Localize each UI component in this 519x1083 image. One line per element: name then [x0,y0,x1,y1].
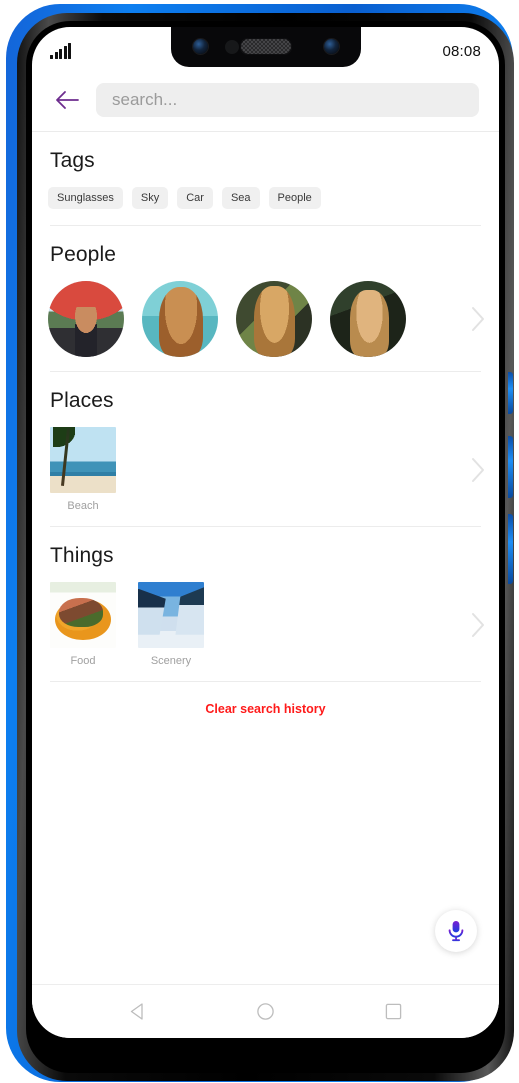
people-avatar-list [32,281,461,357]
side-button-power[interactable] [508,514,513,584]
front-camera-right-icon [323,39,339,54]
person-avatar-4[interactable] [330,281,406,357]
thing-label: Food [70,655,96,667]
people-section: People [32,226,499,267]
tags-section-title: Tags [50,149,95,172]
thing-thumbnail [50,582,116,648]
places-item-list: Beach [32,427,461,512]
avatar-image [48,281,124,357]
search-suggestions-content: Tags Sunglasses Sky Car Sea People Peopl… [32,132,499,716]
tags-row: Sunglasses Sky Car Sea People [32,173,499,225]
phone-frame: 08:08 Tags Sunglasses Sky Car Sea Pe [6,4,514,1082]
things-section: Things [32,527,499,568]
people-section-title: People [50,243,116,266]
search-header [32,75,499,131]
front-camera-left-icon [192,39,208,54]
tag-chip-sky[interactable]: Sky [131,187,169,209]
person-avatar-2[interactable] [142,281,218,357]
phone-screen: 08:08 Tags Sunglasses Sky Car Sea Pe [32,27,499,1038]
places-section-title: Places [50,389,114,412]
food-image [50,582,116,648]
things-item-list: Food Scenery [32,582,461,667]
tag-chip-car[interactable]: Car [177,187,213,209]
places-row: Beach [32,413,499,526]
microphone-icon [448,921,464,942]
proximity-sensor-icon [224,40,239,54]
side-button-volume[interactable] [508,436,513,498]
place-thumbnail [50,427,116,493]
tag-chip-sunglasses[interactable]: Sunglasses [48,187,123,209]
thing-label: Scenery [150,655,192,667]
things-row: Food Scenery [32,568,499,681]
places-section: Places [32,372,499,413]
side-button-mute[interactable] [508,372,513,414]
person-avatar-1[interactable] [48,281,124,357]
place-label: Beach [67,500,99,512]
beach-image [50,427,116,493]
android-navigation-bar [32,984,499,1038]
thing-item-scenery[interactable]: Scenery [136,582,206,667]
nav-recents-square-icon[interactable] [370,989,416,1035]
search-input[interactable] [96,83,479,117]
status-clock: 08:08 [442,42,481,60]
signal-bars-icon [50,43,71,59]
clear-search-history-button[interactable]: Clear search history [205,702,325,716]
tags-section: Tags [32,132,499,173]
people-row [32,267,499,371]
nav-home-circle-icon[interactable] [242,989,288,1035]
earpiece-speaker-icon [239,38,292,55]
person-avatar-3[interactable] [236,281,312,357]
place-item-beach[interactable]: Beach [48,427,118,512]
scenery-image [138,582,204,648]
things-chevron-right-icon[interactable] [461,603,495,647]
avatar-image [142,281,218,357]
clear-history-row: Clear search history [32,682,499,716]
display-notch [170,27,361,67]
things-section-title: Things [50,544,114,567]
voice-search-button[interactable] [435,910,477,952]
tag-chip-sea[interactable]: Sea [221,187,260,209]
people-chevron-right-icon[interactable] [461,297,495,341]
nav-back-triangle-icon[interactable] [115,989,161,1035]
tag-chip-people[interactable]: People [268,187,321,209]
avatar-image [330,281,406,357]
back-arrow-icon[interactable] [50,83,84,117]
avatar-image [236,281,312,357]
thing-thumbnail [138,582,204,648]
thing-item-food[interactable]: Food [48,582,118,667]
places-chevron-right-icon[interactable] [461,448,495,492]
